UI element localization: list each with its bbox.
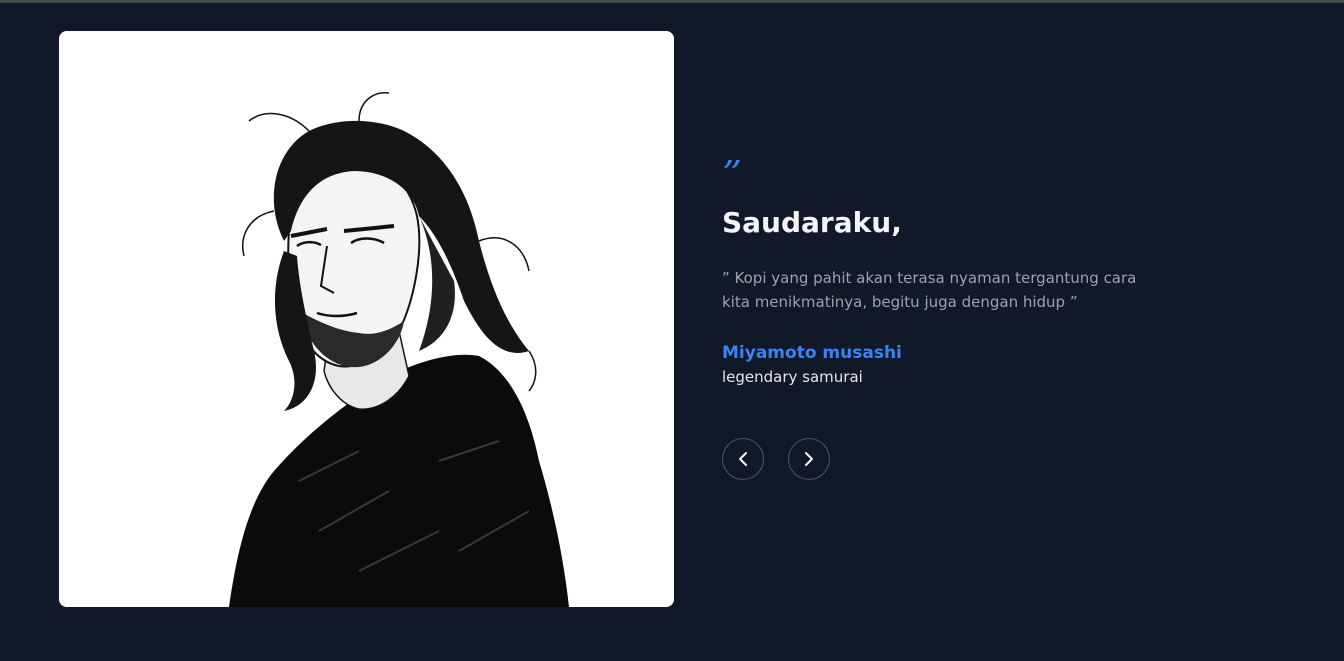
carousel-navigation [722, 438, 830, 480]
testimonial-content: ” Saudaraku, ” Kopi yang pahit akan tera… [722, 160, 1162, 387]
testimonial-heading: Saudaraku, [722, 206, 902, 239]
author-portrait [59, 31, 674, 607]
chevron-right-icon [805, 452, 813, 466]
quote-icon: ” [722, 160, 743, 186]
previous-button[interactable] [722, 438, 764, 480]
testimonial-quote: ” Kopi yang pahit akan terasa nyaman ter… [722, 269, 1137, 311]
samurai-ink-portrait [59, 31, 674, 607]
window-top-border [0, 0, 1344, 3]
next-button[interactable] [788, 438, 830, 480]
author-name: Miyamoto musashi [722, 343, 902, 363]
author-role: legendary samurai [722, 368, 863, 386]
chevron-left-icon [739, 452, 747, 466]
